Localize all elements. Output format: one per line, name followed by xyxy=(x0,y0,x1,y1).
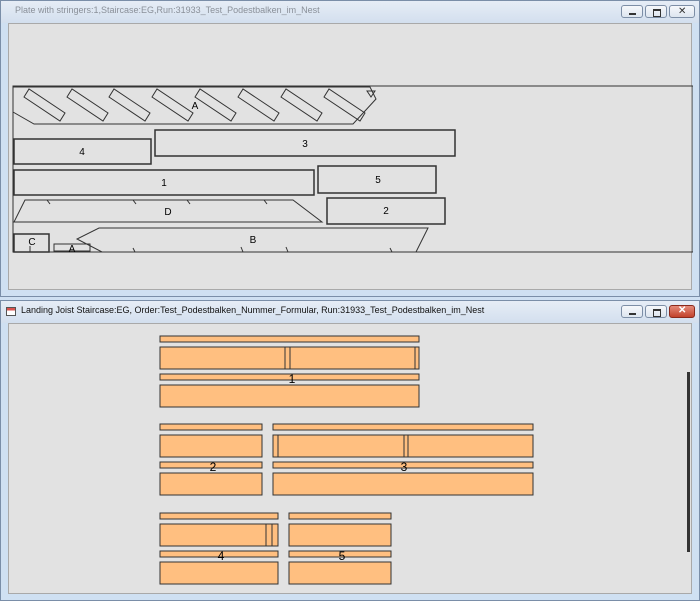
nesting-plate: A 4 3 1 5 D 2 C A B xyxy=(12,85,693,255)
joist-piece[interactable] xyxy=(288,523,392,547)
group-5-label: 5 xyxy=(339,549,346,563)
group-4-label: 4 xyxy=(218,549,225,563)
app-icon xyxy=(6,307,16,316)
minimize-icon xyxy=(629,313,636,315)
part-4-label: 4 xyxy=(79,147,85,158)
joist-layout: 1 2 3 4 5 xyxy=(159,335,690,585)
close-icon: ✕ xyxy=(678,305,687,316)
minimize-icon xyxy=(629,13,636,15)
part-d-marks xyxy=(46,199,268,205)
part-2-label: 2 xyxy=(383,206,389,217)
joist-piece[interactable] xyxy=(272,434,534,458)
part-d-label: D xyxy=(164,207,171,218)
joist-strip[interactable] xyxy=(159,512,279,520)
joist-piece[interactable] xyxy=(288,561,392,585)
part-5-label: 5 xyxy=(375,175,381,186)
joist-piece[interactable] xyxy=(159,472,263,496)
group-2-label: 2 xyxy=(210,460,217,474)
joist-strip[interactable] xyxy=(159,423,263,431)
part-a-cutouts xyxy=(23,88,376,122)
minimize-button[interactable] xyxy=(621,5,643,18)
joist-strip[interactable] xyxy=(159,335,420,343)
maximize-button[interactable] xyxy=(645,305,667,318)
joist-canvas: 1 2 3 4 5 xyxy=(8,323,692,594)
part-c-label: C xyxy=(28,237,35,248)
part-b-marks xyxy=(132,246,393,253)
maximize-icon xyxy=(653,309,661,317)
close-button[interactable]: ✕ xyxy=(669,305,695,318)
landing-joist-window-title: Landing Joist Staircase:EG, Order:Test_P… xyxy=(21,305,485,315)
landing-joist-window: Landing Joist Staircase:EG, Order:Test_P… xyxy=(0,300,700,601)
joist-strip[interactable] xyxy=(272,423,534,431)
plate-window: Plate with stringers:1,Staircase:EG,Run:… xyxy=(0,0,700,297)
plate-outline xyxy=(12,85,693,253)
joist-piece[interactable] xyxy=(159,523,279,547)
plate-canvas: A 4 3 1 5 D 2 C A B xyxy=(8,23,693,290)
part-small-a-label: A xyxy=(69,244,76,255)
group-3-label: 3 xyxy=(401,460,408,474)
vertical-scrollbar[interactable] xyxy=(687,372,690,552)
part-3-label: 3 xyxy=(302,139,308,150)
plate-window-titlebar[interactable]: Plate with stringers:1,Staircase:EG,Run:… xyxy=(1,1,699,23)
joist-piece[interactable] xyxy=(159,384,420,408)
part-1-label: 1 xyxy=(161,178,167,189)
close-icon: ✕ xyxy=(678,6,687,17)
maximize-button[interactable] xyxy=(645,5,667,18)
group-1-label: 1 xyxy=(289,372,296,386)
plate-window-title: Plate with stringers:1,Staircase:EG,Run:… xyxy=(15,5,320,15)
joist-piece[interactable] xyxy=(159,561,279,585)
part-b-label: B xyxy=(250,235,257,246)
joist-strip[interactable] xyxy=(288,512,392,520)
part-a-label: A xyxy=(192,101,199,112)
joist-piece[interactable] xyxy=(272,472,534,496)
close-button[interactable]: ✕ xyxy=(669,5,695,18)
maximize-icon xyxy=(653,9,661,17)
landing-joist-window-titlebar[interactable]: Landing Joist Staircase:EG, Order:Test_P… xyxy=(1,301,699,323)
minimize-button[interactable] xyxy=(621,305,643,318)
joist-piece[interactable] xyxy=(159,434,263,458)
